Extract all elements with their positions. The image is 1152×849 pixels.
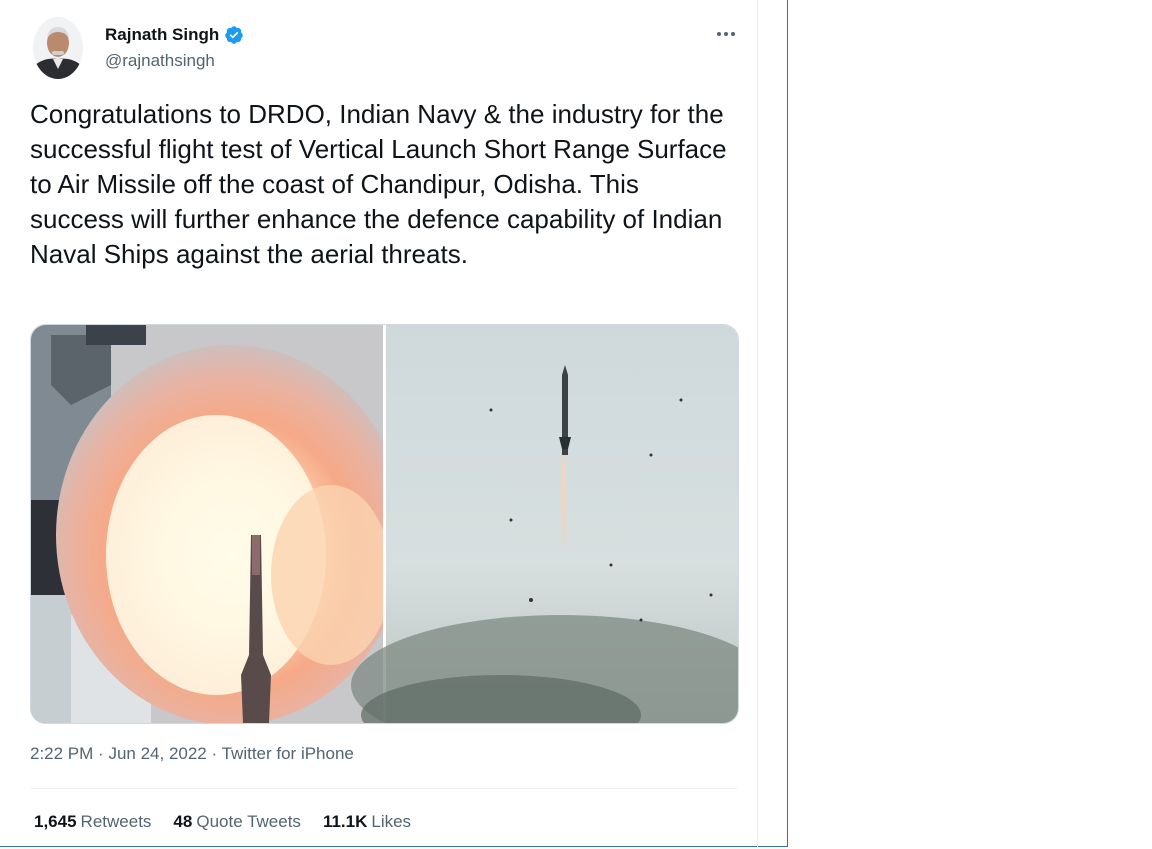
tweet-card: Rajnath Singh @rajnathsingh Congratulati… <box>0 0 788 847</box>
likes-count: 11.1K <box>322 812 368 831</box>
quote-tweets-stat[interactable]: 48 Quote Tweets <box>173 812 301 832</box>
likes-label: Likes <box>371 812 412 831</box>
author-name-text: Rajnath Singh <box>105 25 220 44</box>
tweet-time[interactable]: 2:22 PM <box>30 744 93 763</box>
tweet-meta: 2:22 PM · Jun 24, 2022 · Twitter for iPh… <box>30 744 354 764</box>
tweet-text: Congratulations to DRDO, Indian Navy & t… <box>30 99 727 269</box>
tweet-media[interactable] <box>30 324 739 724</box>
likes-stat[interactable]: 11.1K Likes <box>323 812 411 832</box>
author-handle[interactable]: @rajnathsingh <box>105 51 215 71</box>
retweets-stat[interactable]: 1,645 Retweets <box>34 812 151 832</box>
meta-separator: · <box>98 744 104 763</box>
meta-separator: · <box>211 744 218 763</box>
verified-badge-icon <box>224 25 244 45</box>
tweet-date[interactable]: Jun 24, 2022 <box>108 744 206 763</box>
author-name[interactable]: Rajnath Singh <box>105 25 244 45</box>
tweet-stats: 1,645 Retweets 48 Quote Tweets 11.1K Likes <box>34 812 411 832</box>
divider <box>30 788 737 789</box>
retweets-label: Retweets <box>80 812 152 831</box>
column-divider <box>757 0 758 847</box>
missile-in-flight-photo[interactable] <box>351 325 738 723</box>
retweets-count: 1,645 <box>34 812 77 831</box>
avatar[interactable] <box>33 17 83 79</box>
quote-tweets-count: 48 <box>173 812 193 831</box>
missile-launch-photo[interactable] <box>31 325 406 723</box>
quote-tweets-label: Quote Tweets <box>196 812 301 831</box>
ellipsis-icon[interactable] <box>712 22 740 46</box>
tweet-source[interactable]: Twitter for iPhone <box>222 744 354 763</box>
